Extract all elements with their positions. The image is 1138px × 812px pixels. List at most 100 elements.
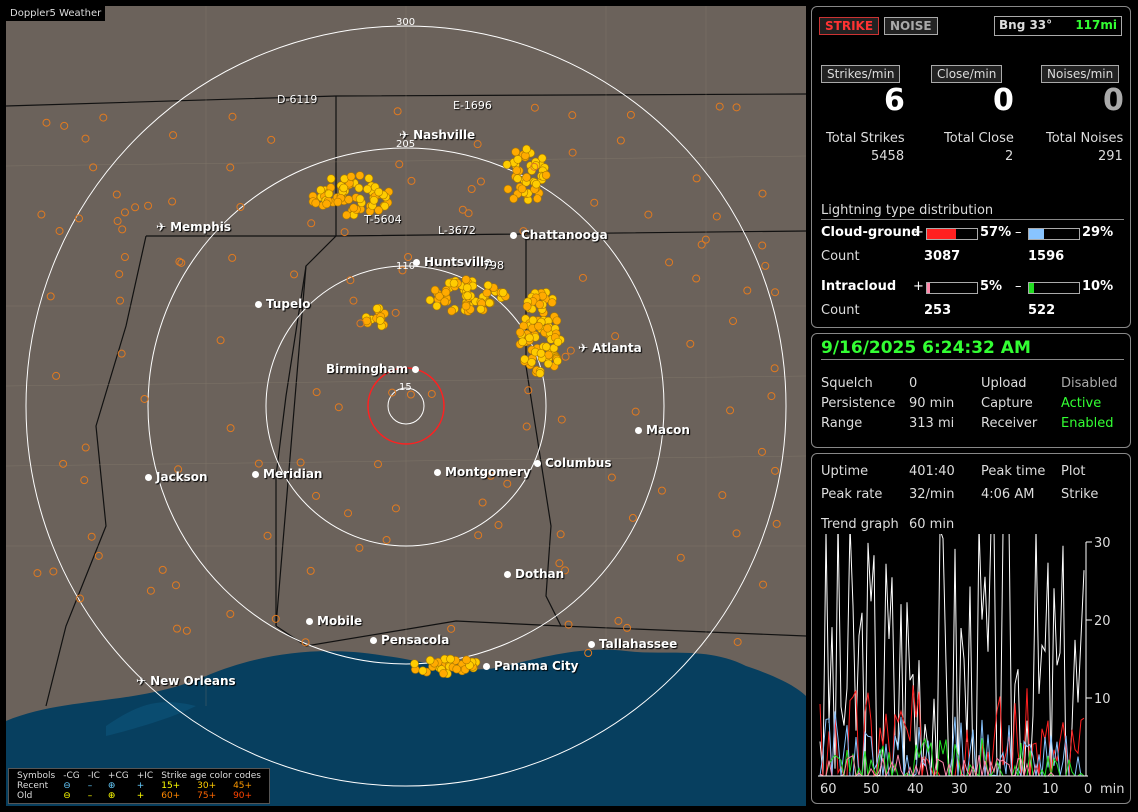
strike-marker <box>535 300 544 309</box>
old-strike-marker <box>382 535 391 544</box>
ic-positive-bar <box>926 282 978 294</box>
cg-negative-bar <box>1028 228 1080 240</box>
old-strike-marker <box>340 228 349 237</box>
old-strike-marker <box>697 240 706 249</box>
ic-plus-sign: + <box>913 279 924 294</box>
strike-marker <box>541 170 551 180</box>
strike-marker <box>511 147 520 157</box>
city-dot-icon <box>635 427 642 434</box>
old-strike-marker <box>590 198 599 207</box>
city-dot-icon <box>255 301 262 308</box>
bearing-value: Bng 33° <box>999 18 1053 32</box>
storm-label[interactable]: 798 <box>483 259 504 272</box>
neg-ic-old-icon: – <box>87 791 93 801</box>
city-jackson: Jackson <box>145 470 208 484</box>
old-strike-marker <box>391 308 400 317</box>
x-tick: 60 <box>820 782 837 797</box>
city-dot-icon <box>145 474 152 481</box>
squelch-label: Squelch <box>821 376 873 391</box>
old-strike-marker <box>566 346 575 355</box>
ic-minus-sign: – <box>1015 279 1022 294</box>
trend-graph-value[interactable]: 60 min <box>909 517 954 532</box>
strike-marker <box>509 194 518 204</box>
old-strike-marker <box>120 208 129 217</box>
city-montgomery: Montgomery <box>434 465 531 479</box>
strikes-per-min-label[interactable]: Strikes/min <box>821 65 901 83</box>
old-strike-marker <box>393 107 402 116</box>
noises-per-min-label[interactable]: Noises/min <box>1041 65 1120 83</box>
plot-value[interactable]: Strike <box>1061 487 1098 502</box>
strikes-per-min-value: 6 <box>884 83 905 118</box>
strike-marker <box>498 288 508 297</box>
storm-label[interactable]: T-5604 <box>364 213 402 226</box>
x-tick: 10 <box>1042 782 1059 797</box>
x-tick: 30 <box>951 782 968 797</box>
old-strike-marker <box>117 349 126 358</box>
strike-marker <box>536 349 546 358</box>
strike-marker <box>324 189 334 199</box>
old-strike-marker <box>530 103 539 112</box>
noise-button[interactable]: NOISE <box>884 17 938 35</box>
age-code: 45+ <box>233 781 253 791</box>
strike-button[interactable]: STRIKE <box>819 17 880 35</box>
old-strike-marker <box>52 371 61 380</box>
x-tick: 0 <box>1084 782 1093 797</box>
old-strike-marker <box>175 257 184 266</box>
old-strike-marker <box>131 203 140 212</box>
storm-label[interactable]: E-1696 <box>453 99 492 112</box>
city-dot-icon <box>504 571 511 578</box>
storm-label[interactable]: D-6119 <box>277 93 317 106</box>
strike-marker <box>326 174 336 183</box>
old-strike-marker <box>118 225 127 234</box>
persistence-label: Persistence <box>821 396 896 411</box>
old-strike-marker <box>718 491 727 500</box>
city-dot-icon <box>483 663 490 670</box>
cg-positive-pct: 57% <box>980 225 1012 240</box>
old-strike-marker <box>726 406 735 415</box>
strike-marker <box>552 316 562 326</box>
capture-label: Capture <box>981 396 1033 411</box>
strike-marker <box>339 183 349 193</box>
old-strike-marker <box>644 210 653 219</box>
city-mobile: Mobile <box>306 614 362 628</box>
old-strike-marker <box>355 543 364 552</box>
old-strike-marker <box>626 110 635 119</box>
lightning-map[interactable]: Doppler5 Weather 300 205 110 15 ✈ Nashvi… <box>6 6 806 806</box>
old-strike-marker <box>267 135 276 144</box>
strike-marker <box>522 302 532 311</box>
noises-per-min-value: 0 <box>1103 83 1124 118</box>
close-per-min-label[interactable]: Close/min <box>931 65 1003 83</box>
old-strike-marker <box>767 392 776 401</box>
old-strike-marker <box>686 339 695 348</box>
city-dot-icon <box>252 471 259 478</box>
map-title: Doppler5 Weather <box>6 6 106 21</box>
old-strike-marker <box>503 479 512 488</box>
old-strike-marker <box>112 190 121 199</box>
strike-marker <box>425 655 435 665</box>
strike-marker <box>446 654 455 664</box>
peak-time-label: Peak time <box>981 464 1046 479</box>
old-strike-marker <box>306 566 315 575</box>
old-strike-marker <box>476 177 485 186</box>
strike-marker <box>369 195 379 205</box>
total-strikes-value: 5458 <box>871 149 905 164</box>
strike-marker <box>430 285 440 295</box>
storm-label[interactable]: L-3672 <box>438 224 476 237</box>
range-value: 313 mi <box>909 416 955 431</box>
strike-marker <box>485 298 494 308</box>
cg-positive-count: 3087 <box>924 249 961 264</box>
strike-marker <box>512 166 522 175</box>
pos-ic-recent-icon: + <box>136 781 145 791</box>
distribution-title: Lightning type distribution <box>821 203 1124 220</box>
map-graphics <box>6 6 806 806</box>
old-strike-marker <box>344 509 353 518</box>
legend-header: +CG <box>107 771 129 781</box>
old-strike-marker <box>758 241 767 250</box>
total-close-label: Total Close <box>944 131 1014 146</box>
strike-marker <box>553 337 563 347</box>
cg-positive-bar <box>926 228 978 240</box>
x-unit: min <box>1100 782 1125 797</box>
uptime-label: Uptime <box>821 464 869 479</box>
strike-marker <box>349 203 358 213</box>
old-strike-marker <box>557 415 566 424</box>
